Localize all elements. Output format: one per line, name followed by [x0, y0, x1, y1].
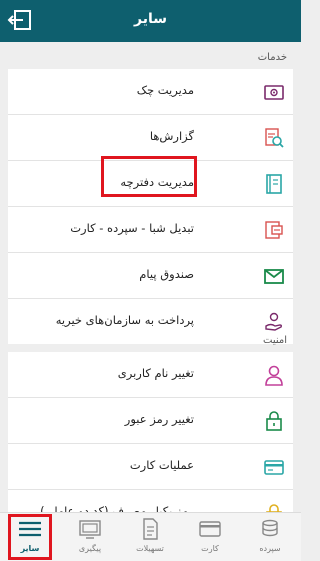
- list-item-label: پرداخت به سازمان‌های خیریه: [55, 313, 194, 327]
- list-item-iban-conversion[interactable]: تبدیل شبا - سپرده - کارت: [8, 207, 293, 253]
- user-icon: [265, 365, 283, 386]
- list-item-card-operations[interactable]: عملیات کارت: [8, 444, 293, 490]
- tab-label: کارت: [201, 544, 219, 553]
- tab-loan[interactable]: تسهیلات: [120, 513, 180, 561]
- checkbook-icon: [266, 174, 282, 194]
- list-item-charity-payment[interactable]: پرداخت به سازمان‌های خیریه: [8, 299, 293, 344]
- deposit-icon: [262, 519, 278, 537]
- check-management-icon: [264, 85, 284, 100]
- page-title: سایر: [134, 11, 167, 27]
- iban-convert-icon: [265, 221, 283, 239]
- list-item-label: تغییر رمز عبور: [124, 412, 194, 426]
- tab-deposit[interactable]: سپرده: [240, 513, 300, 561]
- highlight-checkbook-management: [101, 156, 197, 197]
- tracking-icon: [79, 520, 101, 539]
- list-item-label: صندوق پیام: [139, 267, 194, 281]
- security-list: تغییر نام کاربری تغییر رمز عبور عملیات ک…: [8, 352, 293, 535]
- highlight-tab-other: [8, 514, 52, 560]
- app-header: سایر: [0, 0, 301, 42]
- message-box-icon: [264, 269, 284, 284]
- tab-label: تسهیلات: [136, 544, 164, 553]
- card-icon: [199, 521, 221, 537]
- list-item-message-box[interactable]: صندوق پیام: [8, 253, 293, 299]
- lock-icon: [266, 411, 282, 431]
- card-icon: [264, 460, 284, 475]
- services-list: مدیریت چک گزارش‌ها مدیریت دفترچه تبدیل ش…: [8, 69, 293, 344]
- tab-label: پیگیری: [78, 544, 102, 553]
- list-item-reports[interactable]: گزارش‌ها: [8, 115, 293, 161]
- reports-icon: [265, 128, 284, 148]
- list-item-label: گزارش‌ها: [149, 129, 194, 143]
- section-label-security: امنیت: [263, 335, 287, 346]
- loan-icon: [143, 518, 158, 540]
- tab-label: سپرده: [259, 544, 281, 553]
- charity-icon: [265, 312, 283, 331]
- list-item-label: عملیات کارت: [129, 458, 194, 472]
- section-label-services: خدمات: [257, 52, 287, 63]
- list-item-label: تبدیل شبا - سپرده - کارت: [70, 221, 194, 235]
- tab-tracking[interactable]: پیگیری: [60, 513, 120, 561]
- list-item-change-username[interactable]: تغییر نام کاربری: [8, 352, 293, 398]
- list-item-label: مدیریت چک: [136, 83, 194, 97]
- tab-card[interactable]: کارت: [180, 513, 240, 561]
- list-item-change-password[interactable]: تغییر رمز عبور: [8, 398, 293, 444]
- list-item-label: تغییر نام کاربری: [117, 366, 194, 380]
- list-item-check-management[interactable]: مدیریت چک: [8, 69, 293, 115]
